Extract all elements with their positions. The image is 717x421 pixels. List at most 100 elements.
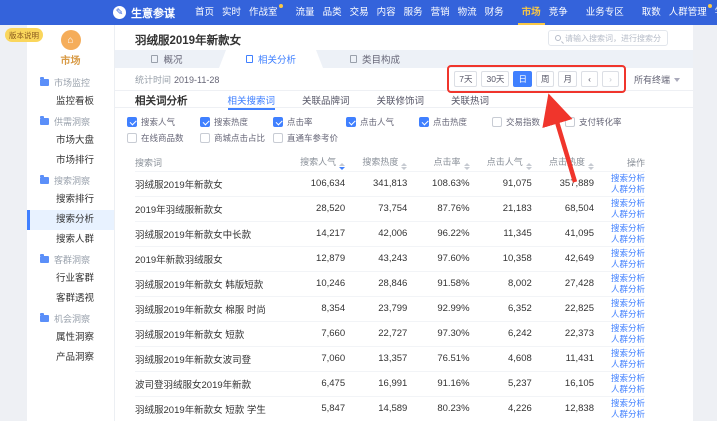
nav-category[interactable]: 品类 xyxy=(319,0,346,25)
version-badge[interactable]: 版本说明 xyxy=(5,28,43,42)
granularity-day-button-active[interactable]: 日 xyxy=(513,71,532,87)
search-analysis-link[interactable]: 搜索分析 xyxy=(594,348,645,359)
sidebar-item-audience-perspective[interactable]: 客群透视 xyxy=(27,289,114,309)
sidebar-item-monitor-board[interactable]: 监控看板 xyxy=(27,92,114,112)
audience-analysis-link[interactable]: 人群分析 xyxy=(594,259,645,270)
nav-business-zone[interactable]: 业务专区 xyxy=(582,0,628,25)
sidebar-item-search-analysis-active[interactable]: 搜索分析 xyxy=(27,210,114,230)
metric-search-popularity[interactable]: 搜索人气 xyxy=(127,116,200,128)
audience-analysis-link[interactable]: 人群分析 xyxy=(594,209,645,220)
audience-analysis-link[interactable]: 人群分析 xyxy=(594,284,645,295)
metric-click-heat[interactable]: 点击热度 xyxy=(419,116,492,128)
search-analysis-link[interactable]: 搜索分析 xyxy=(594,298,645,309)
audience-analysis-link[interactable]: 人群分析 xyxy=(594,334,645,345)
folder-icon xyxy=(40,315,49,322)
search-input[interactable] xyxy=(565,34,661,43)
sidebar-item-market-ranking[interactable]: 市场排行 xyxy=(27,151,114,171)
nav-logistics[interactable]: 物流 xyxy=(454,0,481,25)
sort-icon[interactable] xyxy=(526,163,532,170)
checkbox-icon xyxy=(419,117,429,127)
folder-icon xyxy=(40,256,49,263)
period-selector-group: 7天 30天 日 周 月 ‹ › xyxy=(452,71,621,87)
granularity-month-button[interactable]: 月 xyxy=(558,71,577,87)
audience-analysis-link[interactable]: 人群分析 xyxy=(594,384,645,395)
metric-row-1: 搜索人气 搜索热度 点击率 点击人气 点击热度 交易指数 支付转化率 xyxy=(127,114,693,130)
col-search-popularity-sorted[interactable]: 搜索人气 xyxy=(283,154,345,171)
audience-analysis-link[interactable]: 人群分析 xyxy=(594,409,645,420)
prev-date-button[interactable]: ‹ xyxy=(581,71,598,87)
search-analysis-link[interactable]: 搜索分析 xyxy=(594,173,645,184)
nav-home[interactable]: 首页 xyxy=(191,0,218,25)
nav-content[interactable]: 内容 xyxy=(373,0,400,25)
metric-mall-click-share[interactable]: 商城点击占比 xyxy=(200,132,273,144)
sort-icon[interactable] xyxy=(401,163,407,170)
metric-trade-index[interactable]: 交易指数 xyxy=(492,116,565,128)
audience-analysis-link[interactable]: 人群分析 xyxy=(594,234,645,245)
audience-analysis-link[interactable]: 人群分析 xyxy=(594,309,645,320)
sidebar-item-product-insight[interactable]: 产品洞察 xyxy=(27,348,114,368)
metric-payment-conversion[interactable]: 支付转化率 xyxy=(565,116,638,128)
metric-search-heat[interactable]: 搜索热度 xyxy=(200,116,273,128)
keyword-cell: 2019年羽绒服新款女 xyxy=(135,196,283,221)
sort-icon-active[interactable] xyxy=(339,163,345,170)
sidebar-item-attribute-insight[interactable]: 属性洞察 xyxy=(27,328,114,348)
search-analysis-link[interactable]: 搜索分析 xyxy=(594,198,645,209)
metric-click-popularity[interactable]: 点击人气 xyxy=(346,116,419,128)
subtab-related-modifier-words[interactable]: 关联修饰词 xyxy=(377,93,425,108)
nav-service[interactable]: 服务 xyxy=(400,0,427,25)
search-box[interactable] xyxy=(548,30,668,46)
nav-academy[interactable]: 学院 xyxy=(711,0,717,25)
search-analysis-link[interactable]: 搜索分析 xyxy=(594,323,645,334)
nav-finance[interactable]: 财务 xyxy=(481,0,508,25)
nav-audience-mgmt[interactable]: 人群管理 xyxy=(665,0,711,25)
sidebar-item-search-audience[interactable]: 搜索人群 xyxy=(27,230,114,250)
sidebar-item-search-ranking[interactable]: 搜索排行 xyxy=(27,190,114,210)
keyword-cell: 羽绒服2019年新款女中长款 xyxy=(135,221,283,246)
nav-traffic[interactable]: 流量 xyxy=(292,0,319,25)
next-date-button[interactable]: › xyxy=(602,71,619,87)
range-30d-button[interactable]: 30天 xyxy=(481,71,509,87)
col-click-heat[interactable]: 点击热度 xyxy=(532,154,594,171)
metric-online-products[interactable]: 在线商品数 xyxy=(127,132,200,144)
checkbox-icon xyxy=(565,117,575,127)
search-analysis-link[interactable]: 搜索分析 xyxy=(594,398,645,409)
keyword-cell: 波司登羽绒服女2019年新款 xyxy=(135,371,283,396)
nav-market-active[interactable]: 市场 xyxy=(518,0,545,25)
nav-realtime[interactable]: 实时 xyxy=(218,0,245,25)
nav-competition[interactable]: 竞争 xyxy=(545,0,572,25)
terminal-filter-dropdown[interactable]: 所有终端 xyxy=(634,73,680,86)
search-analysis-link[interactable]: 搜索分析 xyxy=(594,273,645,284)
sidebar-item-industry-audience[interactable]: 行业客群 xyxy=(27,269,114,289)
brand[interactable]: ✎ 生意参谋 xyxy=(113,5,175,21)
keyword-cell: 2019年新款羽绒服女 xyxy=(135,246,283,271)
subtab-related-hot-words[interactable]: 关联热词 xyxy=(451,93,489,108)
sort-icon[interactable] xyxy=(588,163,594,170)
nav-data-fetch[interactable]: 取数 xyxy=(638,0,665,25)
tab-overview[interactable]: 概况 xyxy=(115,50,219,68)
col-click-popularity[interactable]: 点击人气 xyxy=(470,154,532,171)
tab-category-composition[interactable]: 类目构成 xyxy=(323,50,427,68)
nav-trade[interactable]: 交易 xyxy=(346,0,373,25)
audience-analysis-link[interactable]: 人群分析 xyxy=(594,184,645,195)
metric-ztc-reference-price[interactable]: 直通车参考价 xyxy=(273,132,346,144)
keyword-cell: 羽绒服2019年新款女 xyxy=(135,171,283,196)
tab-related-analysis-active[interactable]: 相关分析 xyxy=(219,50,323,68)
nav-war-room[interactable]: 作战室 xyxy=(245,0,282,25)
subtab-related-search-words-active[interactable]: 相关搜索词 xyxy=(228,93,276,108)
sidebar-item-market-overview[interactable]: 市场大盘 xyxy=(27,131,114,151)
audience-analysis-link[interactable]: 人群分析 xyxy=(594,359,645,370)
range-7d-button[interactable]: 7天 xyxy=(454,71,477,87)
table-row: 羽绒服2019年新款女 短款7,66022,72797.30%6,24222,3… xyxy=(135,321,645,346)
subtab-related-brand-words[interactable]: 关联品牌词 xyxy=(302,93,350,108)
granularity-week-button[interactable]: 周 xyxy=(536,71,555,87)
search-analysis-link[interactable]: 搜索分析 xyxy=(594,373,645,384)
sort-icon[interactable] xyxy=(464,163,470,170)
col-search-heat[interactable]: 搜索热度 xyxy=(345,154,407,171)
metric-click-rate[interactable]: 点击率 xyxy=(273,116,346,128)
checkbox-icon xyxy=(273,133,283,143)
nav-marketing[interactable]: 营销 xyxy=(427,0,454,25)
col-click-rate[interactable]: 点击率 xyxy=(407,154,469,171)
folder-icon xyxy=(40,177,49,184)
search-analysis-link[interactable]: 搜索分析 xyxy=(594,248,645,259)
search-analysis-link[interactable]: 搜索分析 xyxy=(594,223,645,234)
